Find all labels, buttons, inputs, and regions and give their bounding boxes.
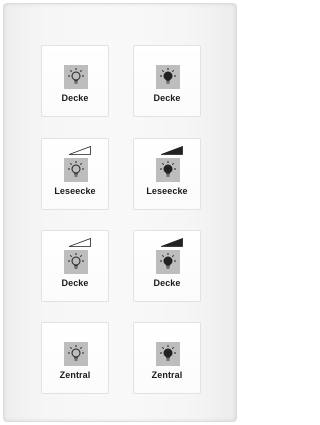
bulb-on-icon	[156, 342, 180, 366]
switch-panel: Decke Decke Leseecke Leseecke Decke Deck…	[3, 3, 237, 422]
bulb-off-icon	[64, 65, 88, 89]
dim-up-bulb-icon	[156, 250, 180, 274]
button-leseecke-dim-up[interactable]: Leseecke	[133, 138, 201, 210]
button-label: Leseecke	[54, 186, 96, 196]
button-label: Zentral	[59, 370, 91, 380]
dim-down-bulb-icon	[64, 158, 88, 182]
button-label: Decke	[153, 93, 181, 103]
dim-down-bulb-icon	[64, 250, 88, 274]
bulb-off-icon	[64, 342, 88, 366]
dim-ramp-icon	[69, 238, 91, 247]
dim-ramp-icon	[161, 238, 183, 247]
button-decke-dim-up[interactable]: Decke	[133, 230, 201, 302]
dim-ramp-icon	[69, 146, 91, 155]
button-leseecke-dim-down[interactable]: Leseecke	[41, 138, 109, 210]
dim-up-bulb-icon	[156, 158, 180, 182]
bulb-on-icon	[156, 65, 180, 89]
button-decke-on[interactable]: Decke	[133, 45, 201, 117]
button-zentral-on[interactable]: Zentral	[133, 322, 201, 394]
button-label: Decke	[153, 278, 181, 288]
button-decke-dim-down[interactable]: Decke	[41, 230, 109, 302]
button-zentral-off[interactable]: Zentral	[41, 322, 109, 394]
button-label: Zentral	[151, 370, 183, 380]
dim-ramp-icon	[161, 146, 183, 155]
button-decke-off[interactable]: Decke	[41, 45, 109, 117]
button-label: Leseecke	[146, 186, 188, 196]
button-label: Decke	[61, 278, 89, 288]
button-label: Decke	[61, 93, 89, 103]
